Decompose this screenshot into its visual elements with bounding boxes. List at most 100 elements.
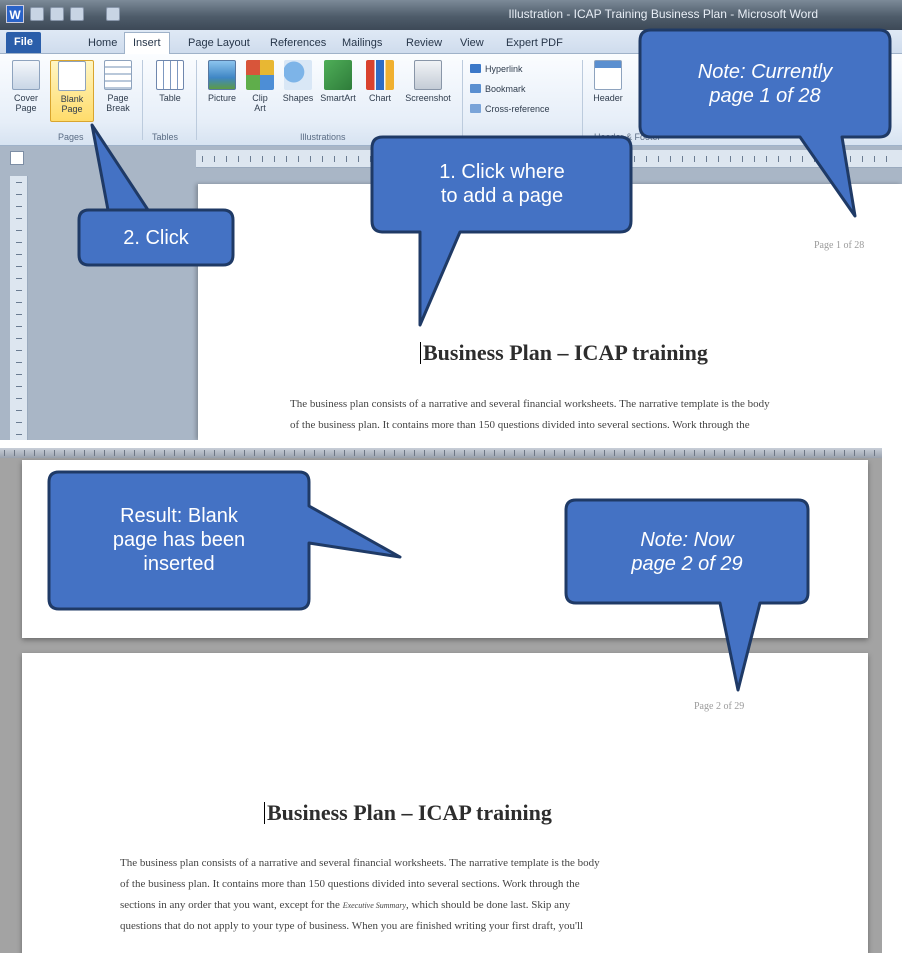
ruler-tick [234, 450, 235, 456]
ruler-tick [622, 156, 623, 162]
ruler-tick [214, 450, 215, 456]
ruler-tick [16, 254, 22, 255]
tab-references[interactable]: References [262, 33, 334, 53]
header-button[interactable]: Header [586, 60, 630, 122]
hyperlink-button[interactable]: Hyperlink [470, 64, 523, 74]
ruler-tick [478, 156, 479, 162]
ruler-tick [862, 156, 863, 162]
shapes-button[interactable]: Shapes [276, 60, 320, 122]
ruler-tick [298, 156, 299, 162]
ruler-tick [404, 450, 405, 456]
ruler-tick [16, 302, 22, 303]
ruler-tick [802, 156, 803, 162]
title-bar: W Illustration - ICAP Training Business … [0, 0, 902, 30]
ruler-tick [704, 450, 705, 456]
bookmark-button[interactable]: Bookmark [470, 84, 526, 94]
ruler-tick [744, 450, 745, 456]
ruler-tick [382, 156, 383, 162]
ruler-tick [674, 450, 675, 456]
ruler-tick [174, 450, 175, 456]
ruler-tick [864, 450, 865, 456]
chart-button[interactable]: Chart [358, 60, 402, 122]
bookmark-icon [470, 84, 481, 93]
ruler-tick [718, 156, 719, 162]
ruler-tick [394, 450, 395, 456]
tab-mailings[interactable]: Mailings [334, 33, 390, 53]
tab-view[interactable]: View [452, 33, 492, 53]
horizontal-ruler[interactable] [196, 150, 902, 168]
ruler-tick [16, 338, 22, 339]
ruler-tick [658, 156, 659, 162]
redo-icon[interactable] [70, 7, 84, 21]
text-cursor [420, 342, 421, 364]
tab-expert-pdf[interactable]: Expert PDF [498, 33, 571, 53]
ruler-tick [16, 242, 22, 243]
ruler-tick [454, 450, 455, 456]
tab-selector[interactable] [10, 151, 24, 165]
save-icon[interactable] [30, 7, 44, 21]
smartart-icon [324, 60, 352, 90]
ruler-tick [464, 450, 465, 456]
blank-page-button[interactable]: Blank Page [50, 60, 94, 122]
cross-reference-button[interactable]: Cross-reference [470, 104, 550, 114]
ruler-tick [250, 156, 251, 162]
word-app-icon[interactable]: W [6, 5, 24, 23]
ruler-tick [16, 230, 22, 231]
ruler-tick [824, 450, 825, 456]
cross-reference-icon [470, 104, 481, 113]
vertical-ruler[interactable] [10, 176, 28, 440]
table-button[interactable]: Table [148, 60, 192, 122]
ruler-tick [814, 450, 815, 456]
customize-toolbar-icon[interactable] [106, 7, 120, 21]
ruler-tick [794, 450, 795, 456]
inserted-blank-page[interactable] [22, 460, 868, 638]
ruler-tick [474, 450, 475, 456]
ruler-tick [304, 450, 305, 456]
ruler-tick [494, 450, 495, 456]
ruler-tick [874, 450, 875, 456]
document-page-2[interactable]: Page 2 of 29 Business Plan – ICAP traini… [22, 653, 868, 953]
tab-page-layout[interactable]: Page Layout [180, 33, 258, 53]
ruler-tick [16, 362, 22, 363]
ruler-tick [754, 450, 755, 456]
tab-file[interactable]: File [6, 32, 41, 53]
tab-home[interactable]: Home [80, 33, 125, 53]
ruler-tick [784, 450, 785, 456]
screenshot-button[interactable]: Screenshot [402, 60, 454, 122]
ruler-tick [16, 314, 22, 315]
document-paragraph: The business plan consists of a narrativ… [120, 857, 600, 932]
ruler-tick [274, 156, 275, 162]
cover-page-button[interactable]: Cover Page [4, 60, 48, 122]
ruler-tick [424, 450, 425, 456]
ruler-tick [564, 450, 565, 456]
ruler-tick [394, 156, 395, 162]
tab-review[interactable]: Review [398, 33, 450, 53]
word-window-before: W Illustration - ICAP Training Business … [0, 0, 902, 440]
ruler-tick [16, 398, 22, 399]
ruler-tick [654, 450, 655, 456]
ruler-tick [634, 450, 635, 456]
document-page-1[interactable]: Page 1 of 28 Business Plan – ICAP traini… [198, 184, 902, 440]
ruler-tick [562, 156, 563, 162]
ruler-tick [16, 350, 22, 351]
ruler-tick [614, 450, 615, 456]
undo-icon[interactable] [50, 7, 64, 21]
ruler-tick [604, 450, 605, 456]
ruler-tick [164, 450, 165, 456]
tab-insert[interactable]: Insert [124, 32, 170, 55]
ruler-tick [682, 156, 683, 162]
ruler-tick [334, 450, 335, 456]
ruler-tick [854, 450, 855, 456]
ruler-tick [598, 156, 599, 162]
smartart-button[interactable]: SmartArt [316, 60, 360, 122]
ruler-tick [16, 434, 22, 435]
page-break-button[interactable]: Page Break [96, 60, 140, 122]
horizontal-ruler[interactable] [0, 448, 882, 458]
ruler-tick [778, 156, 779, 162]
ruler-tick [754, 156, 755, 162]
screenshot-icon [414, 60, 442, 90]
ruler-tick [684, 450, 685, 456]
ruler-tick [646, 156, 647, 162]
ruler-tick [294, 450, 295, 456]
group-separator [196, 60, 197, 140]
